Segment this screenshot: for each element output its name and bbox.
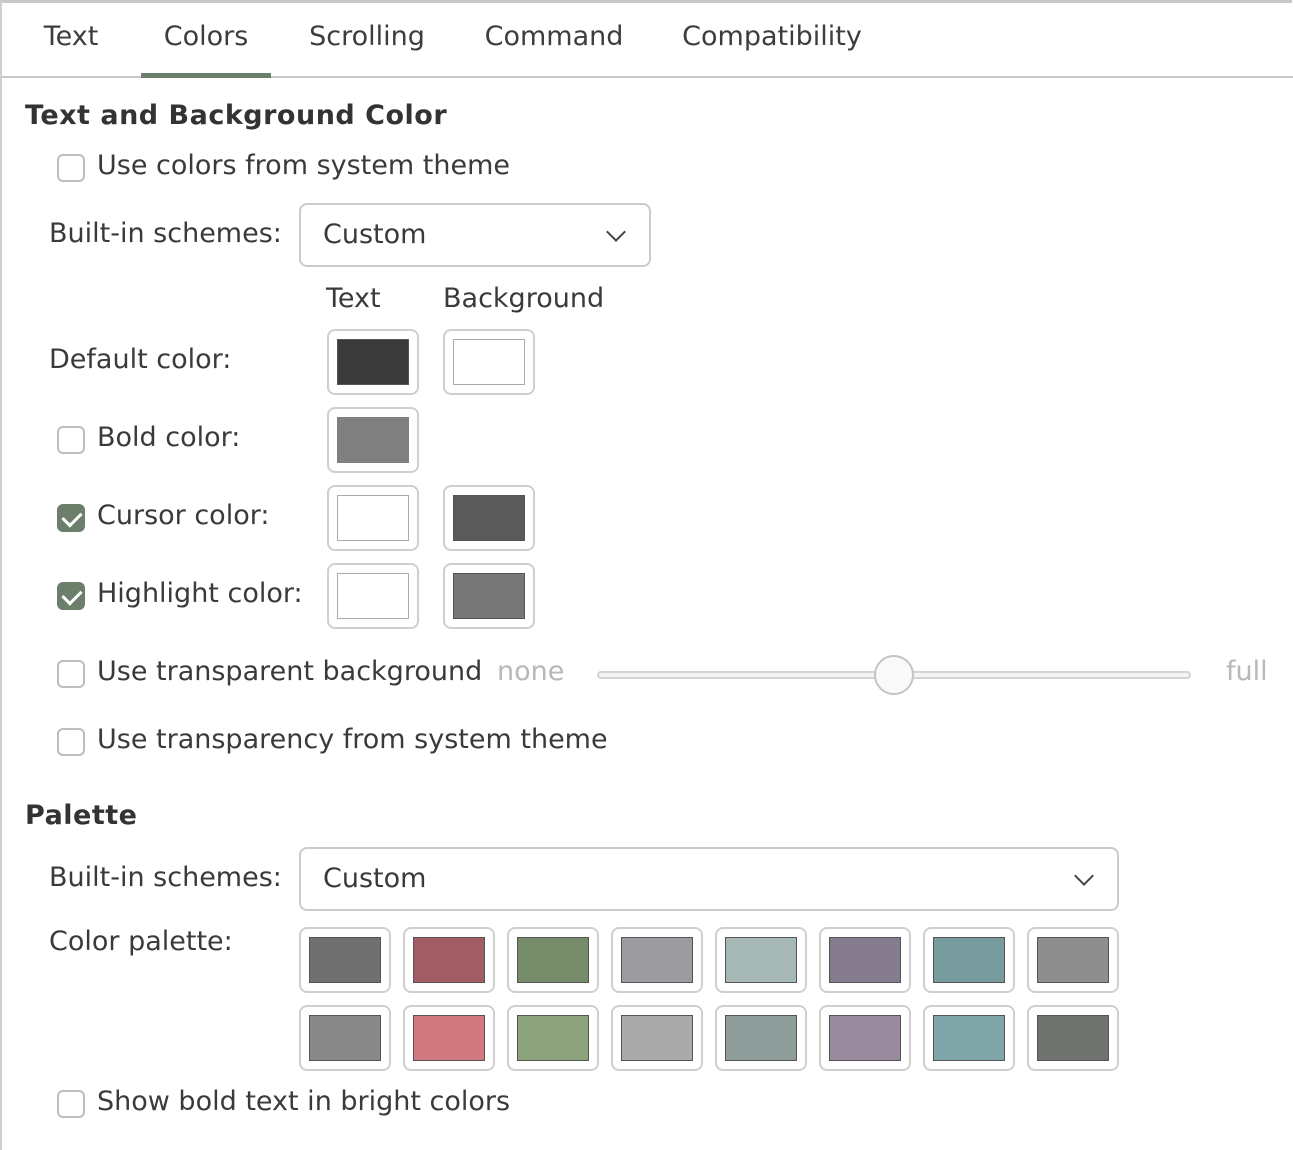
text-bg-section-title: Text and Background Color	[25, 100, 448, 131]
color-swatch	[337, 573, 409, 619]
palette-color-5-button[interactable]	[819, 927, 911, 993]
column-header-background: Background	[443, 283, 605, 314]
bold-text-color-button[interactable]	[327, 407, 419, 473]
color-swatch	[413, 937, 485, 983]
transparent-background-checkbox[interactable]	[57, 660, 85, 688]
color-swatch	[1037, 937, 1109, 983]
default-color-label: Default color:	[49, 344, 232, 375]
color-swatch	[1037, 1015, 1109, 1061]
tab-bar: Text Colors Scrolling Command Compatibil…	[2, 3, 1293, 78]
color-swatch	[933, 1015, 1005, 1061]
default-text-color-button[interactable]	[327, 329, 419, 395]
color-swatch	[829, 937, 901, 983]
palette-color-12-button[interactable]	[715, 1005, 807, 1071]
palette-builtin-schemes-dropdown[interactable]: Custom	[299, 847, 1119, 911]
bold-color-label: Bold color:	[97, 422, 241, 453]
color-swatch	[517, 1015, 589, 1061]
palette-color-15-button[interactable]	[1027, 1005, 1119, 1071]
bold-bright-colors-label: Show bold text in bright colors	[97, 1086, 511, 1117]
color-swatch	[933, 937, 1005, 983]
color-swatch	[621, 1015, 693, 1061]
transparency-system-theme-label: Use transparency from system theme	[97, 724, 608, 755]
tab-scrolling[interactable]: Scrolling	[282, 3, 452, 76]
palette-color-8-button[interactable]	[299, 1005, 391, 1071]
palette-color-11-button[interactable]	[611, 1005, 703, 1071]
palette-color-14-button[interactable]	[923, 1005, 1015, 1071]
tab-command[interactable]: Command	[464, 3, 644, 76]
bold-bright-colors-checkbox[interactable]	[57, 1090, 85, 1118]
color-swatch	[337, 417, 409, 463]
color-swatch	[453, 573, 525, 619]
palette-section-title: Palette	[25, 800, 138, 831]
highlight-background-color-button[interactable]	[443, 563, 535, 629]
column-header-text: Text	[326, 283, 381, 314]
palette-color-6-button[interactable]	[923, 927, 1015, 993]
highlight-text-color-button[interactable]	[327, 563, 419, 629]
chevron-down-icon	[1074, 866, 1094, 886]
transparency-min-label: none	[497, 656, 565, 687]
cursor-background-color-button[interactable]	[443, 485, 535, 551]
default-background-color-button[interactable]	[443, 329, 535, 395]
chevron-down-icon	[606, 222, 626, 242]
highlight-color-label: Highlight color:	[97, 578, 303, 609]
palette-color-3-button[interactable]	[611, 927, 703, 993]
color-swatch	[413, 1015, 485, 1061]
builtin-schemes-label: Built-in schemes:	[49, 218, 282, 249]
highlight-color-checkbox[interactable]	[57, 582, 85, 610]
color-swatch	[309, 1015, 381, 1061]
palette-color-9-button[interactable]	[403, 1005, 495, 1071]
color-swatch	[453, 339, 525, 385]
bold-color-checkbox[interactable]	[57, 426, 85, 454]
palette-color-2-button[interactable]	[507, 927, 599, 993]
transparent-background-label: Use transparent background	[97, 656, 483, 687]
transparency-system-theme-checkbox[interactable]	[57, 728, 85, 756]
palette-color-13-button[interactable]	[819, 1005, 911, 1071]
palette-color-1-button[interactable]	[403, 927, 495, 993]
color-palette-label: Color palette:	[49, 926, 233, 957]
cursor-color-checkbox[interactable]	[57, 504, 85, 532]
palette-color-4-button[interactable]	[715, 927, 807, 993]
tab-colors[interactable]: Colors	[141, 3, 271, 78]
transparency-slider-thumb[interactable]	[874, 655, 914, 695]
use-system-colors-checkbox[interactable]	[57, 154, 85, 182]
color-swatch	[453, 495, 525, 541]
text-builtin-schemes-dropdown[interactable]: Custom	[299, 203, 651, 267]
color-swatch	[829, 1015, 901, 1061]
color-swatch	[337, 495, 409, 541]
transparency-max-label: full	[1226, 656, 1268, 687]
palette-builtin-schemes-label: Built-in schemes:	[49, 862, 282, 893]
palette-color-0-button[interactable]	[299, 927, 391, 993]
cursor-text-color-button[interactable]	[327, 485, 419, 551]
palette-color-7-button[interactable]	[1027, 927, 1119, 993]
cursor-color-label: Cursor color:	[97, 500, 270, 531]
use-system-colors-label: Use colors from system theme	[97, 150, 510, 181]
color-swatch	[309, 937, 381, 983]
color-swatch	[337, 339, 409, 385]
palette-color-10-button[interactable]	[507, 1005, 599, 1071]
color-swatch	[517, 937, 589, 983]
palette-builtin-schemes-value: Custom	[323, 863, 427, 894]
color-swatch	[621, 937, 693, 983]
color-swatch	[725, 1015, 797, 1061]
tab-compatibility[interactable]: Compatibility	[662, 3, 882, 76]
text-builtin-schemes-value: Custom	[323, 219, 427, 250]
tab-text[interactable]: Text	[2, 3, 140, 76]
color-swatch	[725, 937, 797, 983]
